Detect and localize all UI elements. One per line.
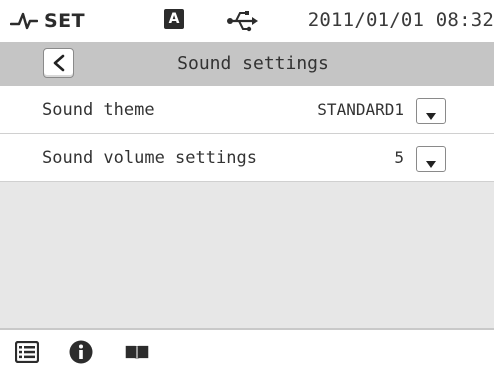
setting-label: Sound theme <box>42 100 155 120</box>
list-icon[interactable] <box>14 339 40 365</box>
settings-list: Sound theme STANDARD1 Sound volume setti… <box>0 86 494 182</box>
info-icon[interactable] <box>68 339 94 365</box>
camera-settings-screen: SET A 2011/01/01 08:32 Sound settings So… <box>0 0 494 369</box>
page-title: Sound settings <box>177 53 329 74</box>
sound-theme-dropdown-button[interactable] <box>416 98 446 124</box>
dropdown-arrow-icon <box>425 106 437 120</box>
chevron-left-icon <box>51 54 67 72</box>
mode-indicator: SET <box>9 9 86 33</box>
sound-volume-dropdown-button[interactable] <box>416 146 446 172</box>
bottom-toolbar <box>0 328 494 369</box>
status-bar: SET A 2011/01/01 08:32 <box>0 0 494 42</box>
back-button[interactable] <box>43 48 74 78</box>
setting-row-sound-theme[interactable]: Sound theme STANDARD1 <box>0 86 494 134</box>
auto-badge: A <box>164 9 184 29</box>
mode-label: SET <box>44 10 86 32</box>
function-icon <box>9 9 39 33</box>
setting-row-sound-volume[interactable]: Sound volume settings 5 <box>0 134 494 182</box>
title-bar: Sound settings <box>0 42 494 86</box>
setting-label: Sound volume settings <box>42 148 257 168</box>
empty-area <box>0 182 494 328</box>
setting-value: 5 <box>394 148 404 167</box>
usb-icon <box>226 8 260 34</box>
setting-value: STANDARD1 <box>317 100 404 119</box>
datetime: 2011/01/01 08:32 <box>307 9 494 31</box>
dropdown-arrow-icon <box>425 154 437 168</box>
manual-icon[interactable] <box>124 339 150 365</box>
